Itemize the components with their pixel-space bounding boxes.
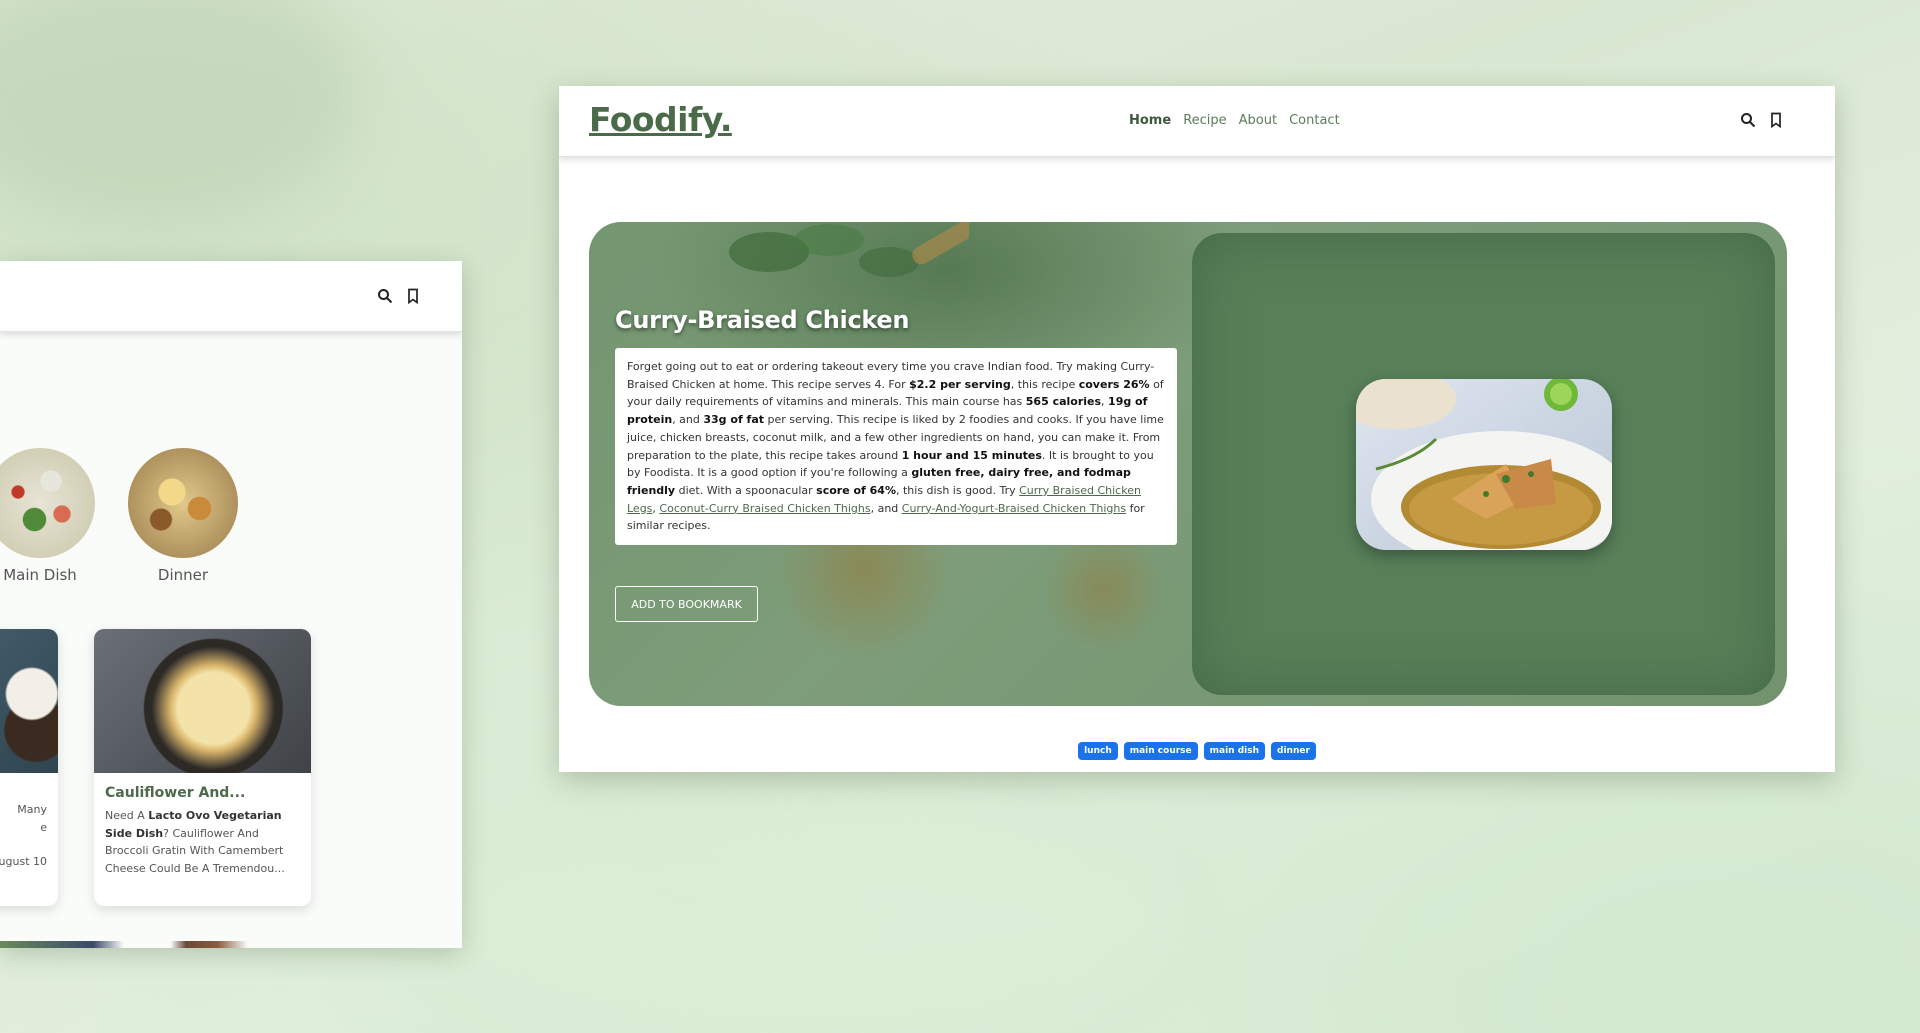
tag-badge[interactable]: main dish [1203, 742, 1266, 760]
recipe-hero: Curry-Braised Chicken Forget going out t… [589, 222, 1787, 706]
summary-text: , this recipe [1010, 377, 1079, 391]
category-label: Dinner [157, 566, 209, 584]
similar-recipe-link[interactable]: Coconut-Curry Braised Chicken Thighs [659, 502, 870, 515]
navbar: Foodify. Home Recipe About Contact [559, 86, 1835, 157]
nav-home[interactable]: Home [1129, 113, 1171, 128]
nav-recipe[interactable]: Recipe [1183, 113, 1226, 128]
category-dinner[interactable]: Dinner [113, 448, 253, 584]
herbs-decoration [729, 222, 969, 277]
summary-bold: score of 64% [816, 483, 896, 497]
recipe-card-description: Many e ugust 10 [0, 801, 47, 871]
bookmark-icon[interactable] [405, 288, 421, 304]
add-to-bookmark-button[interactable]: ADD TO BOOKMARK [615, 586, 758, 622]
recipe-card[interactable]: Cauliflower And... Need A Lacto Ovo Vege… [94, 629, 311, 906]
recipe-card-image [94, 629, 311, 773]
next-row-preview [0, 941, 310, 948]
summary-text: , [1101, 395, 1109, 409]
summary-bold: 1 hour and 15 minutes [901, 448, 1042, 462]
background-blur [0, 0, 360, 220]
summary-bold: 565 calories [1025, 395, 1102, 409]
recipe-card-image [0, 629, 58, 773]
tag-badge[interactable]: dinner [1271, 742, 1316, 760]
bookmark-icon[interactable] [1768, 112, 1784, 128]
curry-dish-illustration [1356, 379, 1612, 550]
description-line: e [40, 820, 47, 834]
recipe-tags: lunch main course main dish dinner [559, 742, 1835, 760]
search-icon[interactable] [1740, 112, 1756, 128]
recipe-card-title: Cauliflower And... [105, 785, 246, 801]
recipe-card[interactable]: Many e ugust 10 [0, 629, 58, 906]
recipe-photo [1356, 379, 1612, 550]
main-browser-window: Foodify. Home Recipe About Contact Curry… [559, 86, 1835, 772]
description-line [0, 836, 47, 853]
summary-text: , and [870, 501, 902, 515]
nav-menu: Home Recipe About Contact [1129, 113, 1340, 128]
brand-logo[interactable]: Foodify. [589, 100, 732, 139]
description-line: ugust 10 [0, 855, 47, 868]
summary-bold: covers 26% [1078, 377, 1150, 391]
tag-badge[interactable]: main course [1123, 742, 1198, 760]
recipe-summary: Forget going out to eat or ordering take… [615, 348, 1177, 546]
navbar [0, 261, 462, 332]
background-blur [470, 820, 1170, 1020]
summary-text: , and [672, 413, 704, 427]
description-text: Need A [105, 809, 149, 822]
summary-text: , this dish is good. Try [895, 483, 1020, 497]
summary-text: diet. With a spoonacular [675, 483, 817, 497]
category-main-dish[interactable]: Main Dish [0, 448, 110, 584]
category-image [128, 448, 238, 558]
recipe-card-description: Need A Lacto Ovo Vegetarian Side Dish? C… [105, 807, 300, 877]
search-icon[interactable] [377, 288, 393, 304]
category-image [0, 448, 95, 558]
category-label: Main Dish [3, 566, 77, 584]
description-line: Many [17, 803, 47, 816]
summary-bold: $2.2 per serving [909, 377, 1011, 391]
summary-bold: 33g of fat [703, 413, 765, 427]
similar-recipe-link[interactable]: Curry-And-Yogurt-Braised Chicken Thighs [902, 502, 1126, 515]
nav-contact[interactable]: Contact [1289, 113, 1340, 128]
nav-about[interactable]: About [1239, 113, 1277, 128]
tag-badge[interactable]: lunch [1078, 742, 1118, 760]
recipe-title: Curry-Braised Chicken [615, 306, 910, 334]
secondary-browser-window: Main Dish Dinner Many e ugust 10 Caulifl… [0, 261, 462, 948]
